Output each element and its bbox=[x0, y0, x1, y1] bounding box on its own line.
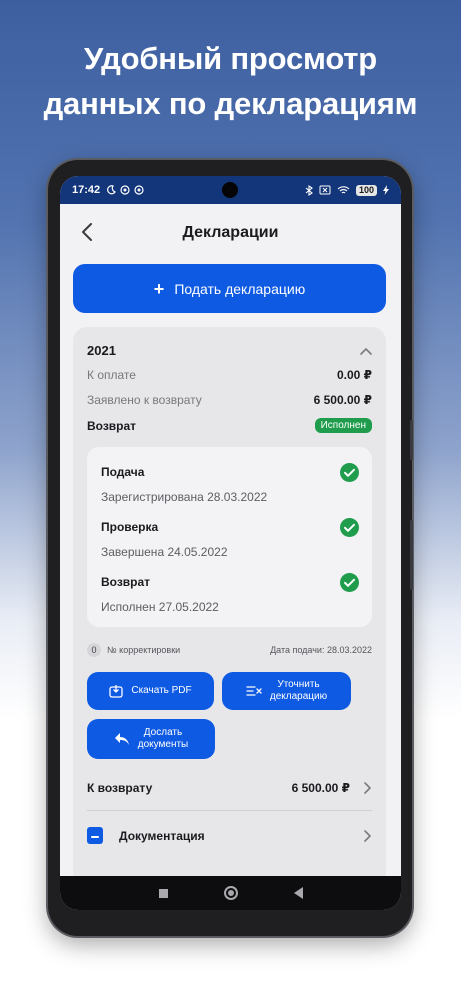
home-button[interactable] bbox=[223, 886, 238, 900]
phone-volume-button bbox=[410, 520, 413, 590]
front-camera bbox=[222, 182, 238, 198]
edit-list-icon bbox=[246, 686, 262, 696]
phone-screen: 17:42 100 Декларации + Подать декларацию… bbox=[60, 176, 401, 910]
step-title: Возврат bbox=[101, 575, 151, 589]
check-circle-icon bbox=[340, 518, 359, 537]
headline-line-1: Удобный просмотр bbox=[84, 41, 377, 76]
charging-icon bbox=[383, 185, 389, 195]
step-title: Подача bbox=[101, 465, 145, 479]
step-item: Подача Зарегистрирована 28.03.2022 bbox=[101, 463, 359, 504]
claimed-row: Заявлено к возврату 6 500.00 ₽ bbox=[87, 393, 372, 407]
step-subtitle: Исполнен 27.05.2022 bbox=[101, 600, 219, 614]
correction-row: 0 № корректировки Дата подачи: 28.03.202… bbox=[87, 643, 372, 657]
refund-total-value: 6 500.00 ₽ bbox=[291, 781, 350, 795]
download-pdf-button[interactable]: Скачать PDF bbox=[87, 672, 214, 710]
check-circle-icon bbox=[340, 463, 359, 482]
system-nav-bar bbox=[60, 876, 401, 910]
step-subtitle: Зарегистрирована 28.03.2022 bbox=[101, 490, 268, 504]
refund-row: Возврат Исполнен bbox=[87, 418, 372, 433]
documentation-row[interactable]: Документация bbox=[87, 827, 372, 844]
recent-apps-button[interactable] bbox=[158, 888, 168, 898]
phone-side-button bbox=[410, 420, 413, 460]
refund-label: Возврат bbox=[87, 418, 137, 433]
to-pay-label: К оплате bbox=[87, 368, 136, 382]
promo-headline: Удобный просмотр данных по декларациям bbox=[0, 36, 461, 126]
sync-icon bbox=[120, 185, 130, 195]
clarify-label-line1: Уточнить bbox=[277, 679, 320, 690]
step-item: Проверка Завершена 24.05.2022 bbox=[101, 518, 359, 559]
step-item: Возврат Исполнен 27.05.2022 bbox=[101, 573, 359, 614]
wifi-icon bbox=[337, 186, 350, 194]
to-pay-value: 0.00 ₽ bbox=[336, 368, 372, 382]
step-subtitle: Завершена 24.05.2022 bbox=[101, 545, 228, 559]
no-sim-icon bbox=[319, 185, 331, 195]
check-circle-icon bbox=[340, 573, 359, 592]
divider bbox=[87, 810, 372, 811]
bluetooth-icon bbox=[305, 184, 313, 196]
clarify-label-line2: декларацию bbox=[269, 691, 328, 702]
battery-indicator: 100 bbox=[355, 184, 377, 196]
refund-total-row[interactable]: К возврату 6 500.00 ₽ bbox=[87, 781, 372, 795]
page-title: Декларации bbox=[182, 224, 279, 241]
plus-icon: + bbox=[153, 278, 165, 299]
progress-steps: Подача Зарегистрирована 28.03.2022 Прове… bbox=[87, 447, 372, 627]
declaration-card: 2021 К оплате 0.00 ₽ Заявлено к возврату… bbox=[73, 327, 386, 887]
headline-line-2: данных по декларациям bbox=[43, 86, 418, 121]
status-time: 17:42 bbox=[72, 184, 101, 196]
declaration-year: 2021 bbox=[87, 343, 116, 358]
sync-alt-icon bbox=[134, 185, 144, 195]
moon-icon bbox=[107, 185, 117, 195]
submit-declaration-button[interactable]: + Подать декларацию bbox=[73, 264, 386, 313]
correction-label: № корректировки bbox=[107, 645, 181, 655]
documentation-label: Документация bbox=[119, 828, 205, 843]
clarify-declaration-button[interactable]: Уточнить декларацию bbox=[222, 672, 351, 710]
declaration-header[interactable]: 2021 bbox=[87, 343, 372, 358]
correction-number: 0 bbox=[87, 643, 101, 657]
to-pay-row: К оплате 0.00 ₽ bbox=[87, 368, 372, 382]
chevron-right-icon bbox=[364, 782, 371, 794]
chevron-right-icon bbox=[364, 829, 371, 842]
submission-date: Дата подачи: 28.03.2022 bbox=[270, 645, 372, 655]
back-button[interactable] bbox=[74, 219, 100, 245]
submit-declaration-label: Подать декларацию bbox=[174, 280, 306, 297]
send-docs-label-line2: документы bbox=[137, 739, 189, 750]
folder-icon bbox=[87, 827, 103, 844]
chevron-up-icon[interactable] bbox=[360, 347, 372, 355]
send-documents-button[interactable]: Дослать документы bbox=[87, 719, 215, 759]
refund-total-label: К возврату bbox=[87, 781, 153, 795]
claimed-value: 6 500.00 ₽ bbox=[313, 393, 372, 407]
status-badge: Исполнен bbox=[314, 418, 372, 433]
reply-icon bbox=[114, 733, 129, 745]
send-docs-label-line1: Дослать bbox=[143, 727, 183, 738]
claimed-label: Заявлено к возврату bbox=[87, 393, 202, 407]
app-bar: Декларации bbox=[60, 204, 401, 262]
download-icon bbox=[109, 685, 124, 698]
chevron-left-icon bbox=[82, 223, 92, 241]
back-nav-button[interactable] bbox=[293, 887, 303, 899]
download-pdf-label: Скачать PDF bbox=[131, 685, 192, 696]
step-title: Проверка bbox=[101, 520, 159, 534]
